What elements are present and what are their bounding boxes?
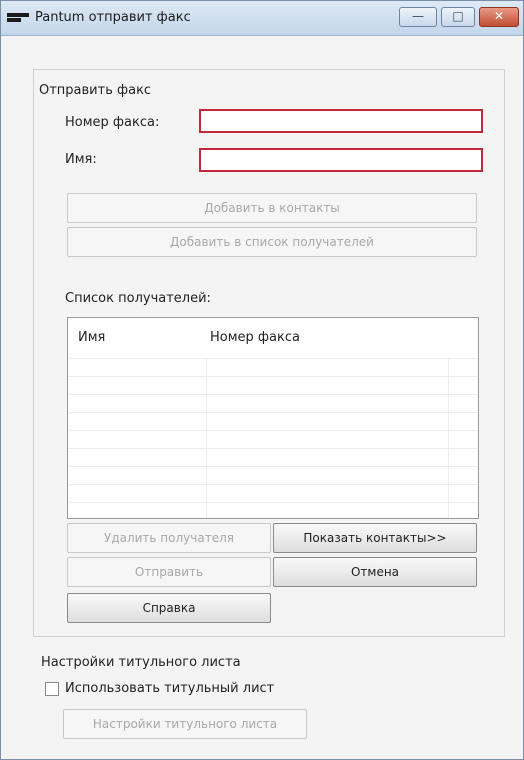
- show-contacts-button[interactable]: Показать контакты>>: [273, 523, 477, 553]
- fax-dialog-window: Pantum отправит факс — □ ✕ Отправить фак…: [0, 0, 524, 760]
- close-button[interactable]: ✕: [479, 7, 519, 27]
- cover-page-group-label: Настройки титульного листа: [41, 655, 241, 670]
- list-row[interactable]: [68, 484, 478, 485]
- send-button[interactable]: Отправить: [67, 557, 271, 587]
- minimize-button[interactable]: —: [399, 7, 437, 27]
- list-row[interactable]: [68, 502, 478, 503]
- minimize-icon: —: [412, 9, 424, 23]
- cover-page-settings-button[interactable]: Настройки титульного листа: [63, 709, 307, 739]
- window-title: Pantum отправит факс: [35, 10, 191, 25]
- column-divider: [206, 358, 207, 518]
- use-cover-page-checkbox[interactable]: [45, 682, 59, 696]
- pantum-logo-icon: [7, 13, 29, 22]
- list-row[interactable]: [68, 466, 478, 467]
- send-fax-group-label: Отправить факс: [39, 83, 152, 98]
- help-button[interactable]: Справка: [67, 593, 271, 623]
- cancel-button[interactable]: Отмена: [273, 557, 477, 587]
- remove-recipient-button[interactable]: Удалить получателя: [67, 523, 271, 553]
- use-cover-page-label[interactable]: Использовать титульный лист: [65, 681, 274, 696]
- maximize-icon: □: [452, 9, 464, 23]
- maximize-button[interactable]: □: [441, 7, 475, 27]
- list-row[interactable]: [68, 430, 478, 431]
- title-bar[interactable]: Pantum отправит факс — □ ✕: [1, 1, 523, 36]
- list-row[interactable]: [68, 376, 478, 377]
- add-to-contacts-button[interactable]: Добавить в контакты: [67, 193, 477, 223]
- close-icon: ✕: [493, 9, 505, 23]
- fax-number-input[interactable]: [199, 109, 483, 133]
- recipients-list[interactable]: Имя Номер факса: [67, 317, 479, 519]
- fax-number-label: Номер факса:: [65, 115, 160, 130]
- list-row[interactable]: [68, 358, 478, 359]
- column-header-name[interactable]: Имя: [78, 330, 105, 345]
- add-to-recipients-button[interactable]: Добавить в список получателей: [67, 227, 477, 257]
- column-header-fax-number[interactable]: Номер факса: [210, 330, 300, 345]
- list-row[interactable]: [68, 394, 478, 395]
- list-header: Имя Номер факса: [68, 318, 478, 358]
- list-row[interactable]: [68, 412, 478, 413]
- name-label: Имя:: [65, 152, 97, 167]
- recipients-label: Список получателей:: [65, 291, 211, 306]
- list-row[interactable]: [68, 448, 478, 449]
- name-input[interactable]: [199, 148, 483, 172]
- column-divider: [448, 358, 449, 518]
